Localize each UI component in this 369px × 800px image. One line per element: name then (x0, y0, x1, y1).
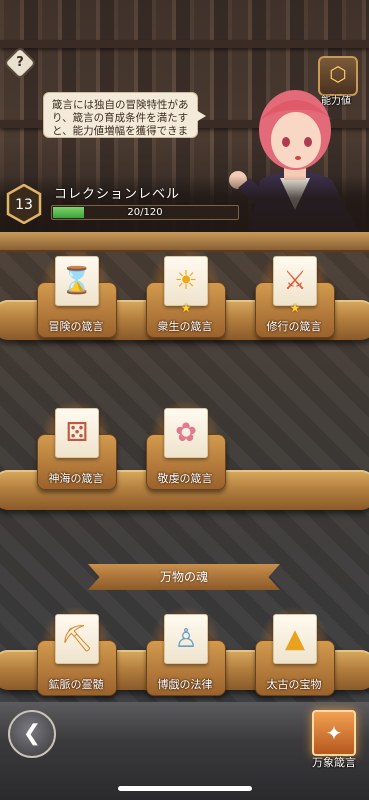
tile-card: ♙ (164, 614, 208, 664)
tile-label: 博戯の法律 (157, 678, 213, 691)
tile-card: ✿ (164, 408, 208, 458)
back-button[interactable]: ❮ (8, 710, 56, 758)
tile-label: 敬虔の箴言 (157, 472, 213, 485)
proverb-tile-adventure[interactable]: ⌛ 冒険の箴言 (33, 248, 119, 340)
soul-tile-treasure[interactable]: ▲ 太古の宝物 (251, 606, 337, 698)
tile-label: 鉱脈の霊髄 (48, 678, 104, 691)
angel-icon: ✿ (175, 418, 197, 448)
hint-bubble: 箴言には独自の冒険特性があり、箴言の育成条件を満たすと、能力値増幅を獲得できます (43, 92, 198, 138)
proverb-tile-training[interactable]: ⚔ ★ 修行の箴言 (251, 248, 337, 340)
tile-card: ⚄ (55, 408, 99, 458)
proverb-tile-piety[interactable]: ✿ 敬虔の箴言 (142, 400, 228, 492)
back-arrow-icon: ❮ (22, 721, 42, 746)
bookshelf (0, 40, 369, 48)
tile-card: ▲ (273, 614, 317, 664)
proverb-tile-people[interactable]: ☀ ★ 衆生の箴言 (142, 248, 228, 340)
game-screen: ? ⬡ 能力値 箴言には独自の冒険特性があり、箴言の育成条件を満たすと、能力値増… (0, 0, 369, 800)
banshou-label: 万象箴言 (312, 756, 356, 769)
progress-text: 20/120 (127, 207, 163, 218)
proverb-tile-sea[interactable]: ⚄ 神海の箴言 (33, 400, 119, 492)
proverb-book-icon: ✦ (325, 721, 343, 745)
level-number: 13 (15, 197, 33, 213)
dice-icon: ⚄ (65, 418, 89, 448)
pyramid-icon: ▲ (285, 624, 305, 654)
crossed-swords-icon: ⚔ (283, 266, 307, 296)
pickaxe-icon: ⛏ (60, 624, 94, 654)
tile-label: 冒険の箴言 (48, 320, 104, 333)
tile-label: 神海の箴言 (48, 472, 104, 485)
tile-card: ⛏ (55, 614, 99, 664)
help-icon: ? (16, 55, 24, 70)
hourglass-icon: ⌛ (60, 266, 94, 296)
home-indicator[interactable] (118, 786, 252, 791)
soul-tile-law[interactable]: ♙ 博戯の法律 (142, 606, 228, 698)
section-title: 万物の魂 (159, 570, 208, 584)
star-icon: ★ (180, 301, 192, 315)
tile-label: 太古の宝物 (266, 678, 322, 691)
sun-icon: ☀ (174, 266, 198, 296)
help-button[interactable]: ? (5, 48, 35, 78)
bell-icon: ♙ (174, 624, 198, 654)
banshou-button[interactable]: ✦ (312, 710, 356, 756)
soul-tile-ore[interactable]: ⛏ 鉱脈の霊髄 (33, 606, 119, 698)
tile-label: 修行の箴言 (266, 320, 322, 333)
tile-card: ☀ (164, 256, 208, 306)
tile-card: ⚔ (273, 256, 317, 306)
bubble-tail (196, 110, 206, 122)
collection-level-title: コレクションレベル (54, 187, 181, 202)
star-icon: ★ (289, 301, 301, 315)
level-badge: 13 (6, 184, 42, 224)
tile-card: ⌛ (55, 256, 99, 306)
collection-progress-bar: 20/120 (51, 205, 239, 220)
tile-label: 衆生の箴言 (157, 320, 213, 333)
